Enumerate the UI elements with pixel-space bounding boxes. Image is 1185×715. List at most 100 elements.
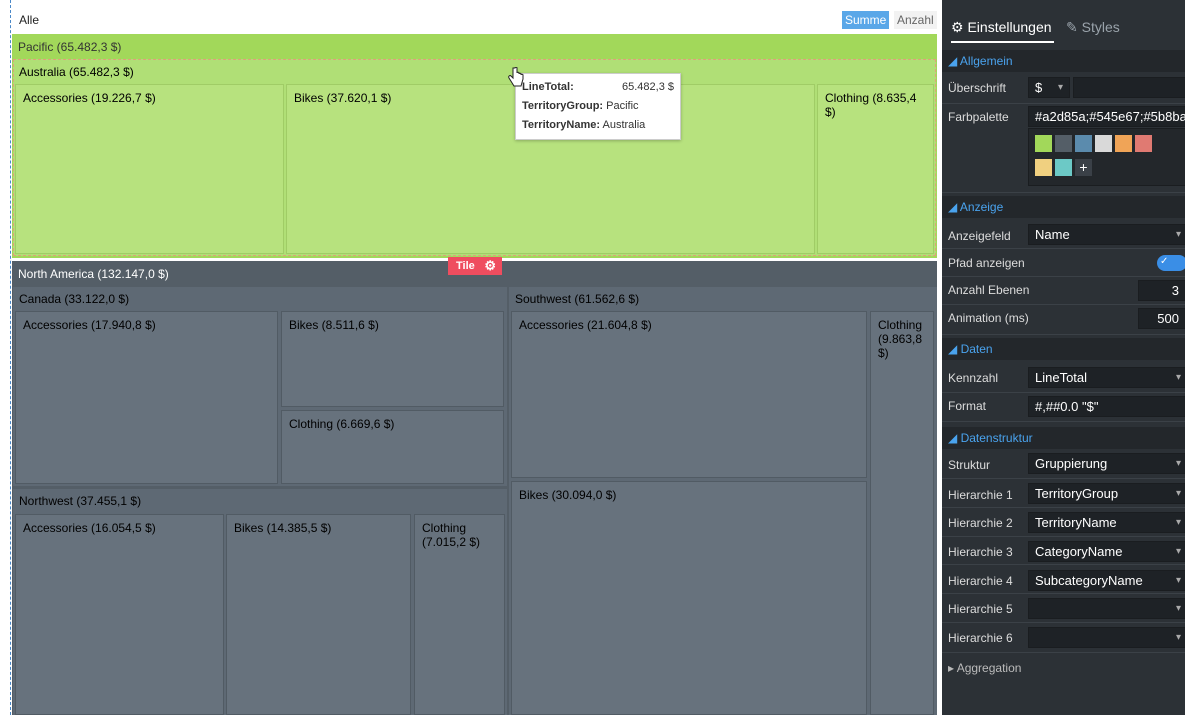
treemap-node-sw-bikes[interactable]: Bikes (30.094,0 $) <box>511 481 867 715</box>
chevron-down-icon: ▾ <box>1175 229 1181 240</box>
settings-panel: ⚙ Einstellungen ✎ Styles ◢ Allgemein Übe… <box>942 0 1185 715</box>
animation-input[interactable]: 500 <box>1138 308 1185 329</box>
hierarchie-value: TerritoryGroup <box>1035 486 1119 501</box>
treemap-node-nw-bikes[interactable]: Bikes (14.385,5 $) <box>226 514 411 715</box>
hierarchie-4-select[interactable]: SubcategoryName ▾ <box>1028 570 1185 591</box>
format-input[interactable]: #,##0.0 "$" <box>1028 396 1185 417</box>
tooltip-row: LineTotal: 65.482,3 $ <box>522 78 674 97</box>
node-label: Southwest (61.562,6 $) <box>515 292 640 306</box>
app-root: Alle Summe Anzahl Pacific (65.482,3 $) A… <box>0 0 1185 715</box>
node-label: Bikes (8.511,6 $) <box>289 318 379 332</box>
tooltip-row: TerritoryName: Australia <box>522 116 674 135</box>
struktur-label: Struktur <box>948 458 991 472</box>
count-button[interactable]: Anzahl <box>894 11 937 29</box>
anzeigefeld-select[interactable]: Name ▾ <box>1028 224 1185 245</box>
caret-down-icon: ◢ <box>948 342 958 356</box>
tab-settings-label: Einstellungen <box>967 19 1052 35</box>
divider <box>942 507 1185 508</box>
palette-swatch[interactable] <box>1055 159 1072 176</box>
treemap-node-sw-clothing[interactable]: Clothing (9.863,8 $) <box>870 311 934 715</box>
treemap-node-au-clothing[interactable]: Clothing (8.635,4 $) <box>817 84 934 254</box>
farbpalette-input[interactable]: #a2d85a;#545e67;#5b8ba <box>1028 106 1185 127</box>
section-label: Aggregation <box>956 661 1022 675</box>
node-label: North America (132.147,0 $) <box>18 267 169 281</box>
breadcrumb[interactable]: Alle <box>19 13 39 27</box>
node-label: Accessories (17.940,8 $) <box>23 318 156 332</box>
palette-swatch[interactable] <box>1035 159 1052 176</box>
add-color-icon[interactable]: + <box>1075 159 1092 176</box>
section-aggregation[interactable]: ▸ Aggregation <box>942 657 1185 679</box>
treemap-node-sw-accessories[interactable]: Accessories (21.604,8 $) <box>511 311 867 478</box>
palette-swatch[interactable] <box>1135 135 1152 152</box>
node-label: Accessories (16.054,5 $) <box>23 521 156 535</box>
node-label: Northwest (37.455,1 $) <box>19 494 142 508</box>
tab-settings[interactable]: ⚙ Einstellungen <box>951 19 1054 43</box>
section-datenstruktur[interactable]: ◢ Datenstruktur <box>942 427 1185 449</box>
pfad-toggle[interactable]: ✓ <box>1157 255 1185 271</box>
caret-down-icon: ◢ <box>948 200 958 214</box>
kennzahl-select[interactable]: LineTotal ▾ <box>1028 367 1185 388</box>
treemap-node-au-accessories[interactable]: Accessories (19.226,7 $) <box>15 84 284 254</box>
divider <box>942 421 1185 422</box>
sum-button[interactable]: Summe <box>842 11 890 29</box>
node-label: Accessories (19.226,7 $) <box>23 91 156 105</box>
chevron-down-icon: ▾ <box>1175 632 1181 643</box>
divider <box>942 192 1185 193</box>
hierarchie-6-select[interactable]: ▾ <box>1028 627 1185 648</box>
treemap-node-ca-bikes[interactable]: Bikes (8.511,6 $) <box>281 311 504 407</box>
tab-styles-label: Styles <box>1081 19 1120 35</box>
node-label: Clothing (9.863,8 $) <box>878 318 923 360</box>
treemap-node-ca-accessories[interactable]: Accessories (17.940,8 $) <box>15 311 278 484</box>
tab-styles[interactable]: ✎ Styles <box>1066 19 1120 36</box>
caret-down-icon: ◢ <box>948 54 958 68</box>
hierarchie-1-select[interactable]: TerritoryGroup ▾ <box>1028 483 1185 504</box>
divider <box>942 622 1185 623</box>
palette-swatch[interactable] <box>1035 135 1052 152</box>
treemap-node-nw-clothing[interactable]: Clothing (7.015,2 $) <box>414 514 505 715</box>
divider <box>942 593 1185 594</box>
hierarchie-label: Hierarchie 3 <box>948 545 1013 559</box>
struktur-select[interactable]: Gruppierung ▾ <box>1028 453 1185 474</box>
section-anzeige[interactable]: ◢ Anzeige <box>942 196 1185 218</box>
treemap-node-nw-accessories[interactable]: Accessories (16.054,5 $) <box>15 514 224 715</box>
ueberschrift-label: Überschrift <box>948 81 1007 95</box>
node-label: Bikes (30.094,0 $) <box>519 488 617 502</box>
gear-icon[interactable]: ⚙ <box>484 257 496 275</box>
ueberschrift-input[interactable] <box>1073 77 1185 98</box>
hierarchie-5-select[interactable]: ▾ <box>1028 598 1185 619</box>
pfad-label: Pfad anzeigen <box>948 256 1025 270</box>
chevron-down-icon: ▾ <box>1175 575 1181 586</box>
section-allgemein[interactable]: ◢ Allgemein <box>942 50 1185 72</box>
tooltip-value: Australia <box>602 119 646 131</box>
divider <box>942 248 1185 249</box>
hierarchie-label: Hierarchie 5 <box>948 602 1013 616</box>
hierarchie-value: SubcategoryName <box>1035 573 1143 588</box>
node-label: Clothing (7.015,2 $) <box>422 521 481 549</box>
chevron-down-icon: ▾ <box>1175 372 1181 383</box>
chevron-down-icon: ▾ <box>1175 488 1181 499</box>
node-label: Australia (65.482,3 $) <box>19 65 134 79</box>
chevron-down-icon: ▾ <box>1175 458 1181 469</box>
gear-icon: ⚙ <box>951 19 964 35</box>
node-label: Bikes (14.385,5 $) <box>234 521 332 535</box>
palette-swatch[interactable] <box>1095 135 1112 152</box>
hand-cursor-icon <box>508 67 524 87</box>
palette-swatch[interactable] <box>1075 135 1092 152</box>
hierarchie-value: CategoryName <box>1035 544 1123 559</box>
ueberschrift-currency-select[interactable]: $ ▾ <box>1028 77 1070 98</box>
ebenen-input[interactable]: 3 <box>1138 280 1185 301</box>
divider <box>942 536 1185 537</box>
tile-badge[interactable]: Tile ⚙ <box>448 257 502 275</box>
divider <box>942 564 1185 565</box>
treemap-node-ca-clothing[interactable]: Clothing (6.669,6 $) <box>281 410 504 484</box>
palette-swatch[interactable] <box>1055 135 1072 152</box>
left-guide-line <box>10 0 11 715</box>
check-icon: ✓ <box>1160 256 1169 267</box>
hierarchie-2-select[interactable]: TerritoryName ▾ <box>1028 512 1185 533</box>
palette-swatch[interactable] <box>1115 135 1132 152</box>
section-daten[interactable]: ◢ Daten <box>942 338 1185 360</box>
hierarchie-label: Hierarchie 6 <box>948 631 1013 645</box>
tile-badge-label: Tile <box>456 260 475 272</box>
node-label: Canada (33.122,0 $) <box>19 292 130 306</box>
hierarchie-3-select[interactable]: CategoryName ▾ <box>1028 541 1185 562</box>
